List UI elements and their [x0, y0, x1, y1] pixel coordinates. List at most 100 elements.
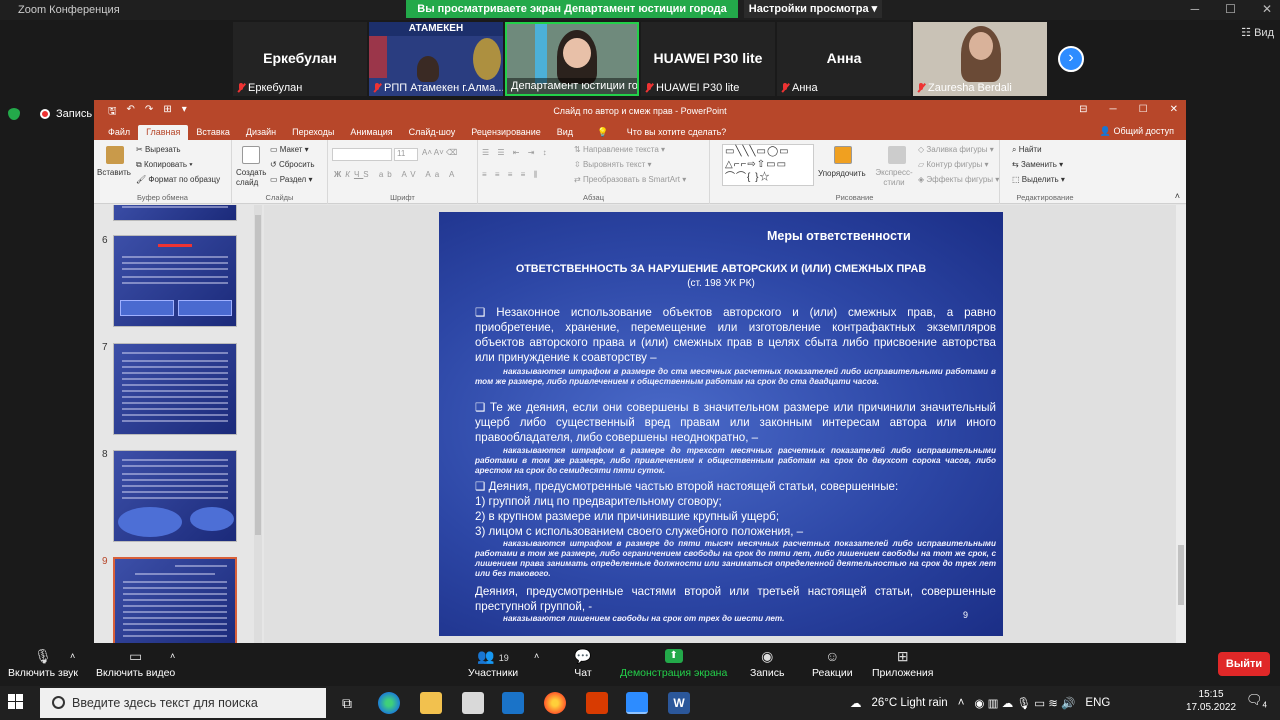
task-view-icon[interactable]: ⧉ [336, 692, 358, 714]
firefox-icon[interactable] [544, 692, 566, 714]
chevron-right-icon: › [1068, 49, 1074, 66]
record-button[interactable]: ◉ Запись [750, 649, 784, 679]
arrange-button[interactable]: Упорядочить [818, 169, 866, 178]
participant-tile[interactable]: АТАМЕКЕН РПП Атамекен г.Алма... [369, 22, 503, 96]
mail-icon[interactable] [502, 692, 524, 714]
new-slide-button[interactable]: Создать слайд [236, 168, 266, 188]
word-icon[interactable]: W [668, 692, 690, 714]
close-icon[interactable]: ✕ [1262, 2, 1272, 16]
list-buttons[interactable]: ☰ ☰ ⇤ ⇥ ↕ [482, 148, 550, 157]
view-button[interactable]: ☷ Вид [1241, 26, 1274, 39]
edge-icon[interactable] [378, 692, 400, 714]
shapes-gallery[interactable]: ▭╲╲╲▭◯▭ △⌐⌐⇨⇧▭▭ ⌒⌒{ }☆ [722, 144, 814, 186]
text-direction-button[interactable]: ⇅ Направление текста ▾ [574, 145, 665, 154]
tray-icons[interactable]: ◉ ▥ ☁ 🎙 ▭ ≋ 🔊 [974, 696, 1075, 710]
thumbnails-scrollbar[interactable] [254, 205, 262, 643]
leave-button[interactable]: Выйти [1218, 652, 1270, 676]
weather-text[interactable]: 26°C Light rain [872, 697, 948, 709]
slide-thumbnail[interactable] [113, 450, 237, 542]
slide-thumbnail[interactable] [113, 205, 237, 221]
taskbar-search-input[interactable]: Введите здесь текст для поиска [40, 688, 326, 718]
participant-tile[interactable]: Zauresha Berdali [913, 22, 1047, 96]
tab-design[interactable]: Дизайн [238, 125, 284, 140]
tab-animations[interactable]: Анимация [342, 125, 400, 140]
font-size-input[interactable]: 11 [394, 148, 418, 161]
recording-indicator[interactable]: Запись [8, 108, 92, 120]
ribbon-options-icon[interactable]: ⊟ [1079, 104, 1087, 115]
font-name-input[interactable] [332, 148, 392, 161]
replace-button[interactable]: ⇆ Заменить ▾ [1012, 160, 1063, 169]
participant-tile[interactable]: HUAWEI P30 lite HUAWEI P30 lite [641, 22, 775, 96]
font-style-buttons[interactable]: ЖКЧS ab AV Aa A [334, 170, 458, 179]
tab-file[interactable]: Файл [100, 125, 138, 140]
weather-icon[interactable]: ☁ [850, 696, 862, 710]
clipboard-group: Вставить ✂ Вырезать ⧉ Копировать ▾ 🖌 Фор… [94, 140, 232, 204]
record-dot-icon [40, 109, 50, 119]
office-icon[interactable] [586, 692, 608, 714]
chat-button[interactable]: 💬 Чат [574, 649, 592, 679]
copy-button[interactable]: ⧉ Копировать ▾ [136, 160, 193, 170]
slide-scrollbar[interactable] [1176, 205, 1186, 643]
ppt-minimize-icon[interactable]: ─ [1110, 104, 1117, 115]
audio-options-icon[interactable]: ˄ [70, 651, 75, 661]
ribbon-home: Вставить ✂ Вырезать ⧉ Копировать ▾ 🖌 Фор… [94, 140, 1186, 204]
slide-thumbnail-selected[interactable] [113, 557, 237, 643]
store-icon[interactable] [462, 692, 484, 714]
slide-list-item: 2) в крупном размере или причинившие кру… [475, 510, 780, 523]
zoom-app-icon[interactable] [626, 692, 648, 714]
participants-options-icon[interactable]: ˄ [534, 651, 539, 661]
maximize-icon[interactable]: ☐ [1225, 2, 1236, 16]
layout-button[interactable]: ▭ Макет ▾ [270, 145, 309, 154]
tab-review[interactable]: Рецензирование [463, 125, 549, 140]
share-screen-button[interactable]: ⬆ Демонстрация экрана [620, 649, 727, 679]
taskbar-clock[interactable]: 15:15 17.05.2022 [1186, 688, 1236, 714]
windows-start-icon[interactable] [8, 694, 24, 710]
shape-outline-button[interactable]: ▱ Контур фигуры ▾ [918, 160, 989, 169]
tab-transitions[interactable]: Переходы [284, 125, 342, 140]
slide-thumbnail[interactable] [113, 235, 237, 327]
unmute-button[interactable]: 🎙 Включить звук [8, 649, 78, 679]
apps-button[interactable]: ⊞ Приложения [872, 649, 933, 679]
participants-button[interactable]: 👥 19 Участники [468, 649, 518, 679]
tray-chevron-icon[interactable]: ˄ [958, 697, 965, 709]
notifications-icon[interactable]: 🗨4 [1246, 692, 1267, 710]
participant-tile-active[interactable]: Департамент юстиции го... [505, 22, 639, 96]
tell-me-box[interactable]: 💡 Что вы хотите сделать? [581, 125, 742, 140]
tab-slideshow[interactable]: Слайд-шоу [401, 125, 464, 140]
explorer-icon[interactable] [420, 692, 442, 714]
share-access-button[interactable]: 👤 Общий доступ [1100, 126, 1174, 137]
align-text-button[interactable]: ⇳ Выровнять текст ▾ [574, 160, 652, 169]
paste-button[interactable]: Вставить [97, 168, 131, 177]
ppt-maximize-icon[interactable]: ☐ [1139, 104, 1148, 115]
cut-button[interactable]: ✂ Вырезать [136, 145, 181, 154]
align-buttons[interactable]: ≡ ≡ ≡ ≡ ⫼ [482, 170, 540, 180]
tab-insert[interactable]: Вставка [188, 125, 237, 140]
smartart-button[interactable]: ⇄ Преобразовать в SmartArt ▾ [574, 175, 686, 184]
shape-fill-button[interactable]: ◇ Заливка фигуры ▾ [918, 145, 994, 154]
participant-tile[interactable]: Анна Анна [777, 22, 911, 96]
ppt-window-title: Слайд по автор и смеж прав - PowerPoint [553, 106, 727, 116]
video-options-icon[interactable]: ˄ [170, 651, 175, 661]
reset-button[interactable]: ↺ Сбросить [270, 160, 315, 169]
shape-effects-button[interactable]: ◈ Эффекты фигуры ▾ [918, 175, 999, 184]
font-grow-shrink[interactable]: A˄ A˅ ⌫ [422, 148, 457, 157]
participant-tile[interactable]: Еркебулан Еркебулан [233, 22, 367, 96]
tab-view[interactable]: Вид [549, 125, 581, 140]
quick-styles-button[interactable]: Экспресс-стили [874, 168, 914, 188]
view-settings-button[interactable]: Настройки просмотра ▾ [744, 0, 882, 18]
next-page-button[interactable]: › [1058, 46, 1084, 72]
reactions-button[interactable]: ☺ Реакции [812, 649, 853, 679]
ppt-close-icon[interactable]: ✕ [1170, 104, 1178, 115]
format-painter-button[interactable]: 🖌 Формат по образцу [136, 175, 220, 184]
collapse-ribbon-icon[interactable]: ˄ [1175, 191, 1180, 201]
new-slide-icon [242, 146, 260, 164]
current-slide[interactable]: Меры ответственности ОТВЕТСТВЕННОСТЬ ЗА … [439, 212, 1003, 636]
section-button[interactable]: ▭ Раздел ▾ [270, 175, 312, 184]
slide-thumbnail[interactable] [113, 343, 237, 435]
find-button[interactable]: ⌕ Найти [1012, 145, 1042, 155]
minimize-icon[interactable]: ─ [1191, 2, 1200, 16]
start-video-button[interactable]: ▭ Включить видео [96, 649, 175, 679]
language-indicator[interactable]: ENG [1085, 697, 1110, 709]
tab-home[interactable]: Главная [138, 125, 189, 140]
select-button[interactable]: ⬚ Выделить ▾ [1012, 175, 1065, 184]
